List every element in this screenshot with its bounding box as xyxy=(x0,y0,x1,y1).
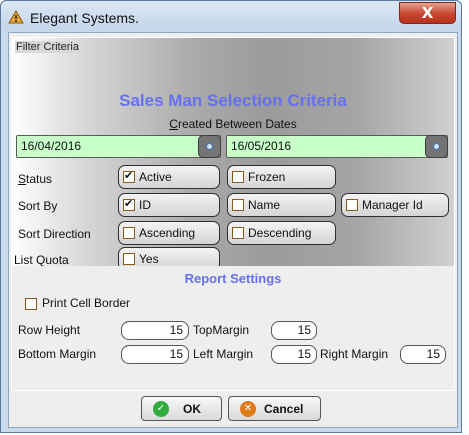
from-date-value: 16/04/2016 xyxy=(21,139,82,153)
print-cell-border-label: Print Cell Border xyxy=(42,296,131,310)
option-label: Name xyxy=(248,198,281,212)
status-frozen-option[interactable]: Frozen xyxy=(227,165,336,189)
row-height-label: Row Height xyxy=(18,323,81,337)
app-window: Elegant Systems. X Filter Criteria Sales… xyxy=(0,0,462,433)
option-label: ID xyxy=(139,198,151,212)
close-button[interactable]: X xyxy=(399,2,456,24)
sort-by-label: Sort By xyxy=(18,199,58,213)
status-active-option[interactable]: Active xyxy=(118,165,220,189)
list-quota-label: List Quota xyxy=(14,253,69,267)
app-logo-icon xyxy=(8,10,24,24)
bottom-margin-input[interactable]: 15 xyxy=(121,345,189,364)
checkbox-icon xyxy=(232,171,244,183)
to-date-value: 16/05/2016 xyxy=(231,139,292,153)
report-settings-panel: Report Settings Print Cell Border Row He… xyxy=(12,266,454,390)
left-margin-input[interactable]: 15 xyxy=(271,345,317,364)
option-label: Ascending xyxy=(139,226,196,240)
checkbox-checked-icon xyxy=(123,197,135,211)
ok-button-label: OK xyxy=(183,402,201,416)
option-label: Frozen xyxy=(248,170,286,184)
checkbox-checked-icon xyxy=(123,169,135,183)
option-label: Manager Id xyxy=(362,198,423,212)
title-bar[interactable]: Elegant Systems. X xyxy=(1,1,461,31)
cancel-button[interactable]: ✕ Cancel xyxy=(228,396,321,421)
check-circle-icon: ✓ xyxy=(153,401,169,417)
to-date-field[interactable]: 16/05/2016 xyxy=(226,135,448,158)
dialog-content: Filter Criteria Sales Man Selection Crit… xyxy=(8,32,458,428)
option-label: Descending xyxy=(248,226,312,240)
bottom-margin-label: Bottom Margin xyxy=(18,347,97,361)
checkbox-icon xyxy=(123,253,135,265)
checkbox-icon xyxy=(123,227,135,239)
left-margin-label: Left Margin xyxy=(193,347,254,361)
window-title: Elegant Systems. xyxy=(30,10,139,26)
filter-criteria-panel: Filter Criteria Sales Man Selection Crit… xyxy=(11,37,455,391)
status-label: Status xyxy=(18,172,53,186)
row-height-input[interactable]: 15 xyxy=(121,321,189,340)
panel-heading: Sales Man Selection Criteria xyxy=(119,91,347,110)
option-label: Yes xyxy=(139,252,159,266)
cancel-button-label: Cancel xyxy=(264,402,304,416)
print-cell-border-checkbox[interactable] xyxy=(25,298,37,310)
checkbox-icon xyxy=(232,227,244,239)
sort-descending-option[interactable]: Descending xyxy=(227,221,336,245)
sort-by-manager-id-option[interactable]: Manager Id xyxy=(341,193,449,217)
checkbox-icon xyxy=(232,199,244,211)
cancel-circle-icon: ✕ xyxy=(240,401,256,417)
right-margin-input[interactable]: 15 xyxy=(400,345,446,364)
sort-direction-label: Sort Direction xyxy=(18,227,91,241)
option-label: Active xyxy=(139,170,172,184)
ok-button[interactable]: ✓ OK xyxy=(141,396,222,421)
top-margin-input[interactable]: 15 xyxy=(271,321,317,340)
top-margin-label: TopMargin xyxy=(193,323,250,337)
filter-criteria-legend: Filter Criteria xyxy=(15,41,80,53)
sort-by-id-option[interactable]: ID xyxy=(118,193,220,217)
close-icon: X xyxy=(421,4,434,22)
report-settings-title: Report Settings xyxy=(184,271,282,286)
from-date-picker-button[interactable] xyxy=(198,135,221,158)
created-between-dates-label: Created Between Dates xyxy=(169,117,297,131)
sort-by-name-option[interactable]: Name xyxy=(227,193,336,217)
to-date-picker-button[interactable] xyxy=(425,135,448,158)
from-date-field[interactable]: 16/04/2016 xyxy=(16,135,221,158)
right-margin-label: Right Margin xyxy=(320,347,389,361)
sort-ascending-option[interactable]: Ascending xyxy=(118,221,220,245)
checkbox-icon xyxy=(346,199,358,211)
